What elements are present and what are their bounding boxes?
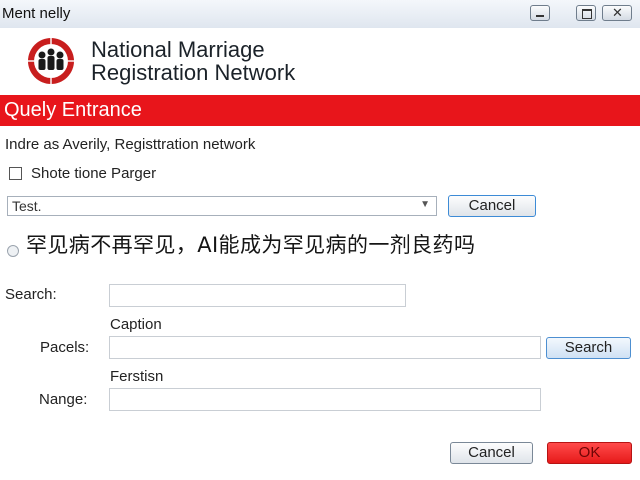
nange-input[interactable] [109,388,541,411]
section-banner: Quely Entrance [0,95,640,126]
maximize-icon [582,9,592,19]
minimize-icon [536,15,544,17]
close-icon: ✕ [612,5,623,20]
close-button[interactable]: ✕ [602,5,632,21]
pacels-input[interactable] [109,336,541,359]
checkbox[interactable] [9,167,22,180]
search-input[interactable] [109,284,406,307]
overlay-caption-text: 罕见病不再罕见，AI能成为罕见病的一剂良药吗 [26,233,476,257]
cancel-button[interactable]: Cancel [450,442,533,464]
caption-label: Caption [110,316,162,333]
pacels-label: Pacels: [40,339,90,356]
organization-name: National Marriage Registration Network [91,38,295,84]
org-name-line1: National Marriage [91,37,265,62]
header: National Marriage Registration Network [0,28,640,94]
radio-button[interactable] [7,245,19,257]
org-name-line2: Registration Network [91,60,296,85]
minimize-button[interactable] [530,5,550,21]
banner-title: Quely Entrance [4,99,142,121]
title-bar: Ment nelly ✕ [0,0,640,29]
maximize-button[interactable] [576,5,596,21]
search-label: Search: [5,286,57,303]
nange-label: Nange: [39,391,88,408]
test-select[interactable]: Test. ▼ [7,196,437,216]
search-button[interactable]: Search [546,337,631,359]
cancel-button-top[interactable]: Cancel [448,195,536,217]
family-emblem-icon [28,38,74,84]
checkbox-label: Shote tione Parger [31,165,157,182]
subtitle: Indre as Averily, Registtration network [5,136,256,153]
window-title: Ment nelly [2,5,71,22]
select-value: Test. [12,198,42,214]
ferstisn-label: Ferstisn [110,368,164,385]
chevron-down-icon: ▼ [420,199,430,210]
ok-button[interactable]: OK [547,442,632,464]
